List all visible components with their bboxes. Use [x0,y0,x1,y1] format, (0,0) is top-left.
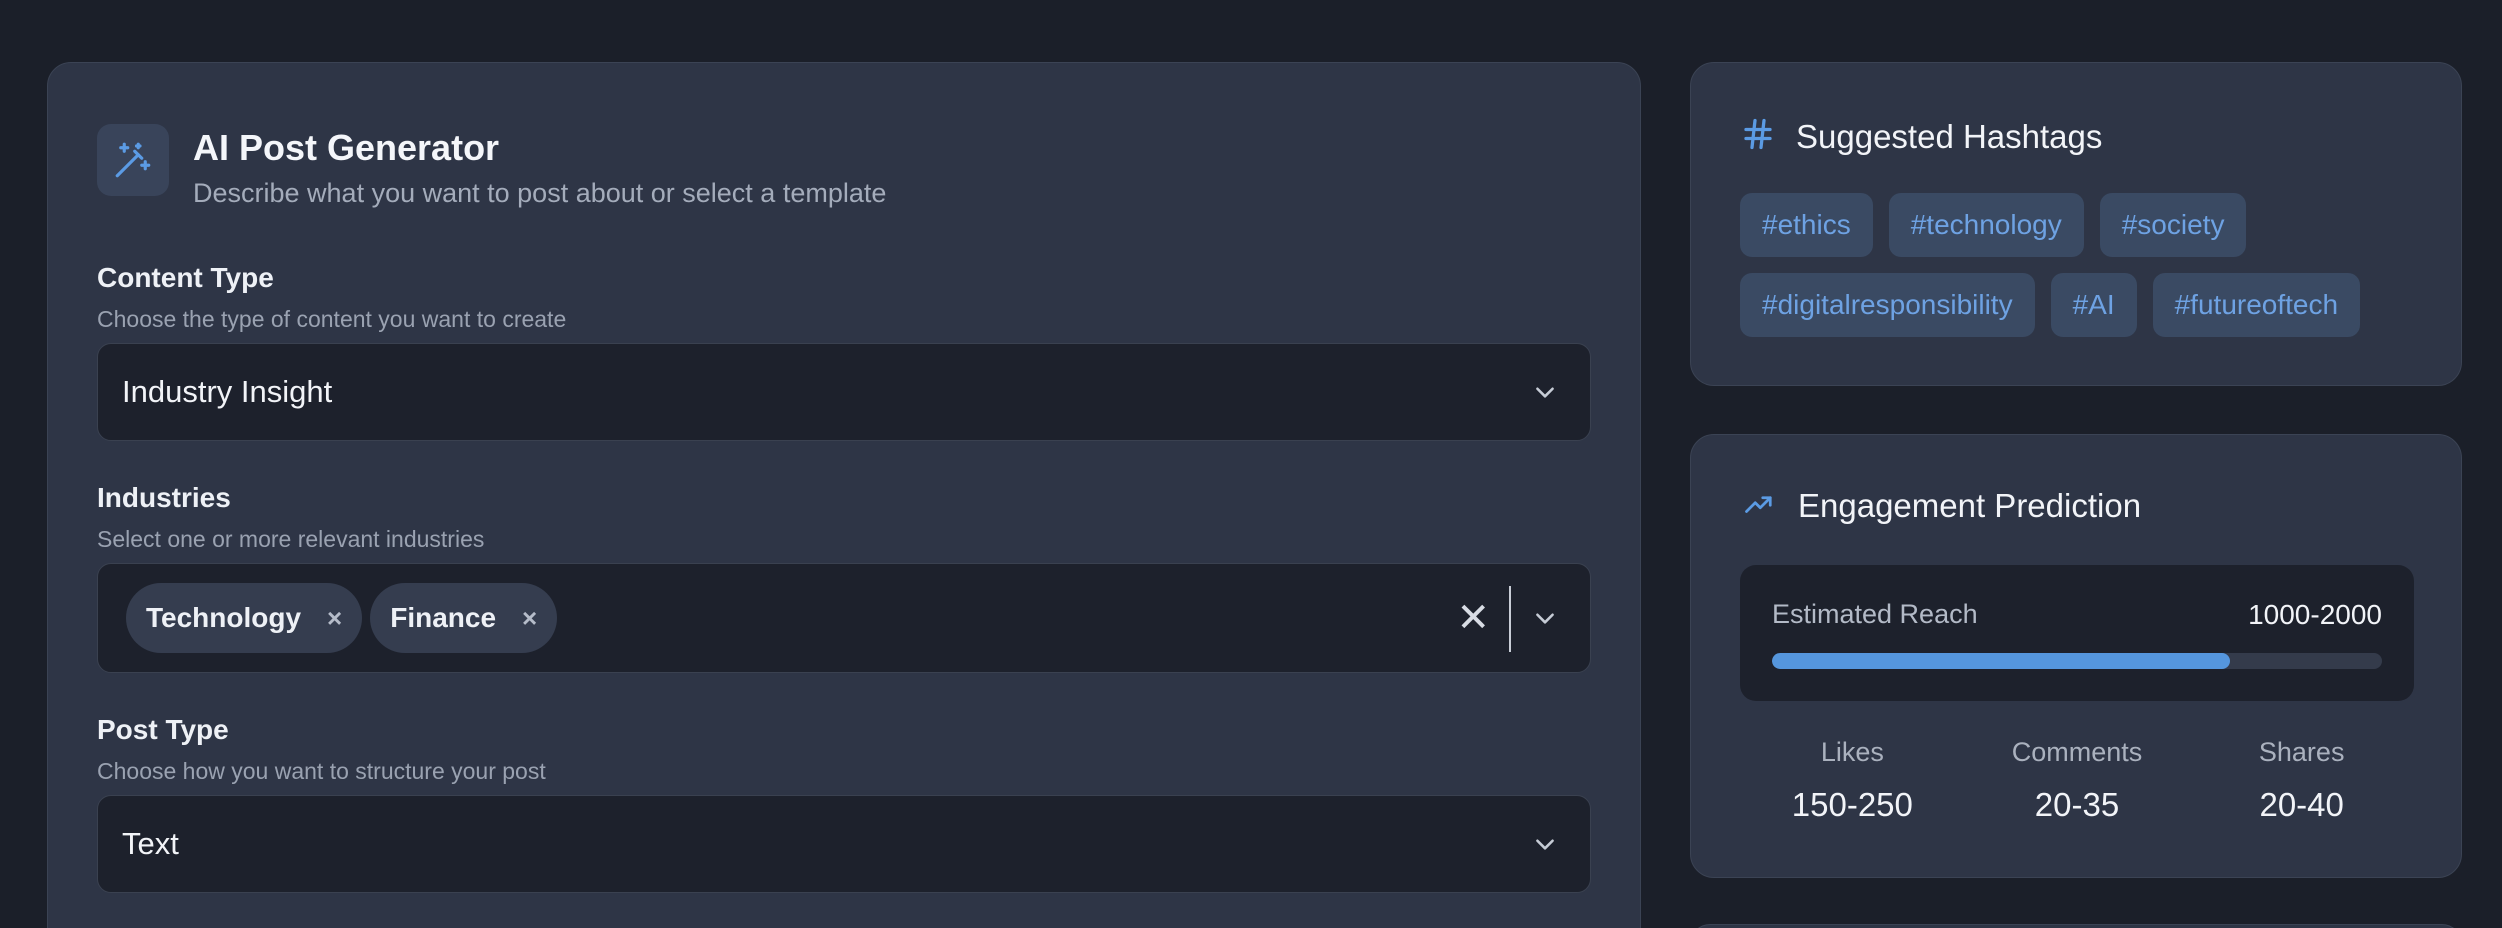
content-type-value: Industry Insight [122,374,333,409]
content-type-hint: Choose the type of content you want to c… [97,306,567,332]
estimated-reach-panel: Estimated Reach 1000-2000 [1740,565,2414,701]
trending-up-icon [1740,489,1778,524]
hashtag-chip[interactable]: #AI [2050,273,2137,337]
stat-label: Likes [1820,737,1884,767]
post-generator-card: AI Post Generator Describe what you want… [47,62,1641,928]
post-type-select[interactable]: Text [97,795,1591,893]
stat-value: 150-250 [1791,786,1913,823]
engagement-header: Engagement Prediction [1740,487,2141,525]
hashtag-list: #ethics #technology #society #digitalres… [1740,193,2440,337]
generator-header: AI Post Generator Describe what you want… [97,124,886,210]
post-type-value: Text [122,826,179,861]
hashtag-chip[interactable]: #ethics [1740,193,1873,257]
generator-subtitle: Describe what you want to post about or … [193,178,887,208]
industries-label: Industries [97,482,231,513]
stat-likes: Likes 150-250 [1740,735,1965,825]
engagement-stats: Likes 150-250 Comments 20-35 Shares 20-4… [1740,735,2414,825]
hashtag-chip[interactable]: #technology [1888,193,2084,257]
hashtag-chip[interactable]: #digitalresponsibility [1740,273,2035,337]
remove-chip-icon[interactable]: × [522,603,537,634]
reach-progress-fill [1772,653,2230,669]
chip-label: Technology [146,602,302,633]
separator [1509,586,1511,652]
post-type-label: Post Type [97,714,229,745]
engagement-title: Engagement Prediction [1798,487,2142,524]
stat-label: Comments [2011,737,2143,767]
reach-progress-bar [1772,653,2382,669]
engagement-prediction-card: Engagement Prediction Estimated Reach 10… [1690,434,2462,878]
chip-label: Finance [390,602,497,633]
suggested-hashtags-card: Suggested Hashtags #ethics #technology #… [1690,62,2462,386]
reach-value: 1000-2000 [2248,599,2382,630]
chevron-down-icon[interactable] [1530,377,1560,407]
industry-chip-technology: Technology × [126,583,363,653]
industries-hint: Select one or more relevant industries [97,526,485,552]
remove-chip-icon[interactable]: × [327,603,342,634]
post-type-field: Post Type Choose how you want to structu… [97,713,1591,893]
hashtag-chip[interactable]: #society [2099,193,2247,257]
stat-value: 20-35 [2034,786,2120,823]
industries-multiselect[interactable]: Technology × Finance × ✕ [97,563,1591,673]
post-type-hint: Choose how you want to structure your po… [97,758,546,784]
next-card-edge [1690,924,2462,928]
hashtags-header: Suggested Hashtags [1740,115,2102,158]
stat-shares: Shares 20-40 [2189,735,2414,825]
content-type-select[interactable]: Industry Insight [97,343,1591,441]
stat-label: Shares [2258,737,2345,767]
reach-label: Estimated Reach [1772,599,1978,629]
hashtags-title: Suggested Hashtags [1796,117,2103,155]
clear-all-icon[interactable]: ✕ [1456,595,1490,641]
chevron-down-icon[interactable] [1530,603,1560,633]
industries-field: Industries Select one or more relevant i… [97,481,1591,673]
content-type-label: Content Type [97,262,274,293]
stat-value: 20-40 [2259,786,2344,823]
generator-title: AI Post Generator [193,127,500,168]
industry-chip-finance: Finance × [370,583,558,653]
hashtag-chip[interactable]: #futureoftech [2152,273,2361,337]
content-type-field: Content Type Choose the type of content … [97,261,1591,441]
hash-icon [1740,115,1776,158]
stat-comments: Comments 20-35 [1965,735,2190,825]
chevron-down-icon[interactable] [1530,829,1560,859]
magic-wand-icon [97,124,169,196]
